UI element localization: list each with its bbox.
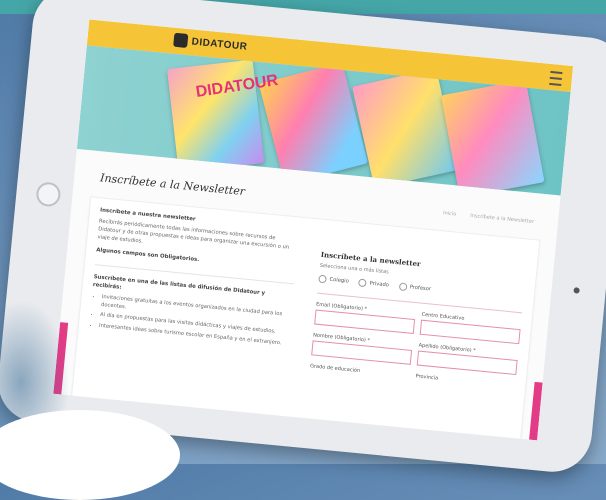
tablet-screen: DIDATOUR DIDATOUR Inscríbete a la Newsle… bbox=[53, 19, 574, 441]
email-field: Email (Obligatorio) * bbox=[314, 302, 416, 335]
radio-icon[interactable] bbox=[358, 278, 368, 288]
camera-sensor bbox=[573, 287, 580, 294]
option-profesor[interactable]: Profesor bbox=[398, 282, 431, 293]
hamburger-menu-icon[interactable] bbox=[549, 70, 563, 87]
option-privado[interactable]: Privado bbox=[358, 278, 390, 290]
site-logo[interactable]: DIDATOUR bbox=[173, 32, 248, 54]
option-colegio[interactable]: Colegio bbox=[318, 274, 350, 286]
centro-field: Centro Educativo bbox=[419, 312, 522, 345]
provincia-field: Provincia bbox=[415, 373, 515, 391]
page-title: Inscríbete a la Newsletter bbox=[99, 171, 246, 199]
option-label: Colegio bbox=[329, 276, 350, 285]
home-button bbox=[35, 181, 62, 208]
apellido-field: Apellido (Obligatorio) * bbox=[416, 343, 519, 376]
newsletter-card: Inscríbete a nuestra newsletter Recibirá… bbox=[71, 196, 541, 441]
option-label: Profesor bbox=[409, 284, 432, 293]
signup-form: Inscríbete a la newsletter Selecciona un… bbox=[309, 250, 527, 399]
radio-icon[interactable] bbox=[318, 274, 327, 284]
breadcrumb: Inicio Inscríbete a la Newsletter bbox=[443, 210, 534, 225]
provincia-label: Provincia bbox=[415, 373, 439, 382]
nivel-label: Grado de educación bbox=[309, 363, 361, 375]
nombre-field: Nombre (Obligatorio) * bbox=[311, 332, 413, 365]
guide-book-4 bbox=[441, 79, 545, 196]
pink-accent-right bbox=[529, 381, 543, 441]
info-column: Inscríbete a nuestra newsletter Recibirá… bbox=[88, 206, 299, 352]
logo-text: DIDATOUR bbox=[191, 35, 248, 53]
logo-icon bbox=[173, 32, 189, 48]
breadcrumb-current: Inscríbete a la Newsletter bbox=[469, 212, 535, 226]
nivel-field: Grado de educación bbox=[310, 363, 410, 381]
guide-book-3 bbox=[352, 68, 459, 189]
breadcrumb-home[interactable]: Inicio bbox=[443, 210, 457, 217]
tablet-device: DIDATOUR DIDATOUR Inscríbete a la Newsle… bbox=[0, 0, 606, 476]
speech-bubble bbox=[0, 410, 180, 500]
option-label: Privado bbox=[369, 280, 390, 289]
radio-icon[interactable] bbox=[398, 282, 408, 292]
